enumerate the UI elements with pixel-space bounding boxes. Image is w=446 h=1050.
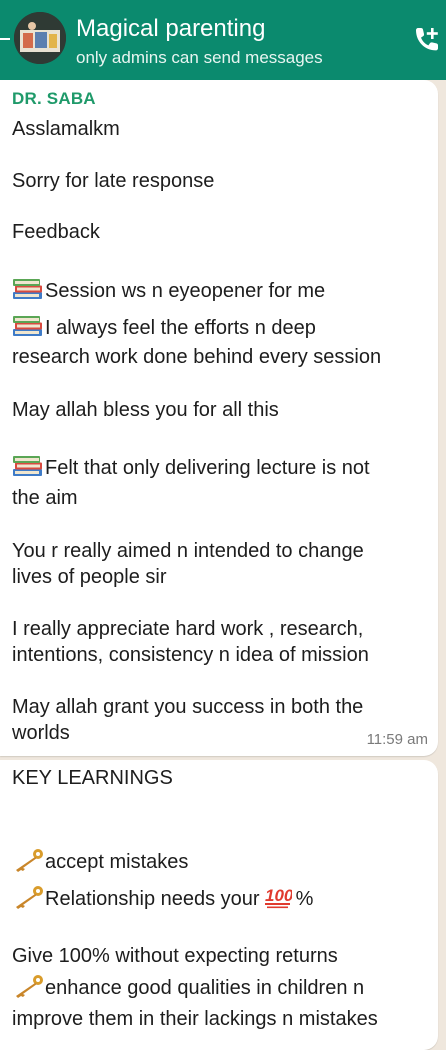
message-timestamp: 11:59 am — [366, 731, 428, 748]
message-text: You r really aimed n intended to change — [12, 540, 364, 562]
message-bubble[interactable]: DR. SABA Asslamalkm Sorry for late respo… — [0, 80, 438, 756]
back-arrow-icon[interactable] — [0, 38, 10, 40]
message-text: Sorry for late response — [12, 170, 215, 192]
message-text: improve them in their lackings n mistake… — [12, 1008, 378, 1030]
chat-subtitle: only admins can send messages — [76, 48, 323, 67]
message-text: Felt that only delivering lecture is not — [45, 457, 370, 479]
message-text: May allah bless you for all this — [12, 399, 279, 421]
message-text: research work done behind every session — [12, 346, 382, 368]
svg-text:100: 100 — [265, 886, 292, 905]
message-text: I always feel the efforts n deep — [45, 317, 316, 339]
books-emoji-icon — [13, 279, 42, 299]
key-emoji-icon — [16, 849, 43, 872]
group-avatar[interactable] — [14, 12, 66, 64]
message-text: worlds — [12, 722, 70, 744]
message-sender: DR. SABA — [12, 89, 96, 108]
message-text: % — [295, 888, 314, 910]
message-bubble[interactable]: KEY LEARNINGS accept mistakes Relationsh… — [0, 760, 438, 1050]
add-call-icon[interactable] — [410, 24, 442, 56]
message-text-line: Felt that only delivering lecture is not — [12, 454, 370, 481]
message-text: Relationship needs your — [45, 888, 260, 910]
message-text: I really appreciate hard work , research… — [12, 618, 364, 640]
message-text: Feedback — [12, 221, 100, 243]
chat-header[interactable]: Magical parenting only admins can send m… — [0, 0, 446, 80]
chat-title[interactable]: Magical parenting — [76, 14, 265, 44]
message-text-line: I always feel the efforts n deep — [12, 314, 316, 341]
message-text-line: Relationship needs your 100 % — [12, 885, 313, 912]
group-avatar-image — [14, 12, 66, 64]
message-text: intentions, consistency n idea of missio… — [12, 644, 369, 666]
message-text-line: Session ws n eyeopener for me — [12, 277, 325, 304]
message-text-line: enhance good qualities in children n — [12, 974, 364, 1001]
message-text: May allah grant you success in both the — [12, 696, 364, 718]
message-text: the aim — [12, 487, 78, 509]
message-text: lives of people sir — [12, 566, 167, 588]
books-emoji-icon — [13, 456, 42, 476]
key-emoji-icon — [16, 886, 43, 909]
message-text: KEY LEARNINGS — [12, 767, 173, 789]
key-emoji-icon — [16, 975, 43, 998]
message-text: Give 100% without expecting returns — [12, 945, 338, 967]
message-text: Asslamalkm — [12, 118, 120, 140]
message-text-line: accept mistakes — [12, 848, 188, 875]
books-emoji-icon — [13, 316, 42, 336]
message-text: accept mistakes — [45, 851, 189, 873]
message-text: enhance good qualities in children n — [45, 977, 365, 999]
hundred-points-emoji-icon: 100 — [264, 886, 292, 909]
message-text: Session ws n eyeopener for me — [45, 280, 326, 302]
